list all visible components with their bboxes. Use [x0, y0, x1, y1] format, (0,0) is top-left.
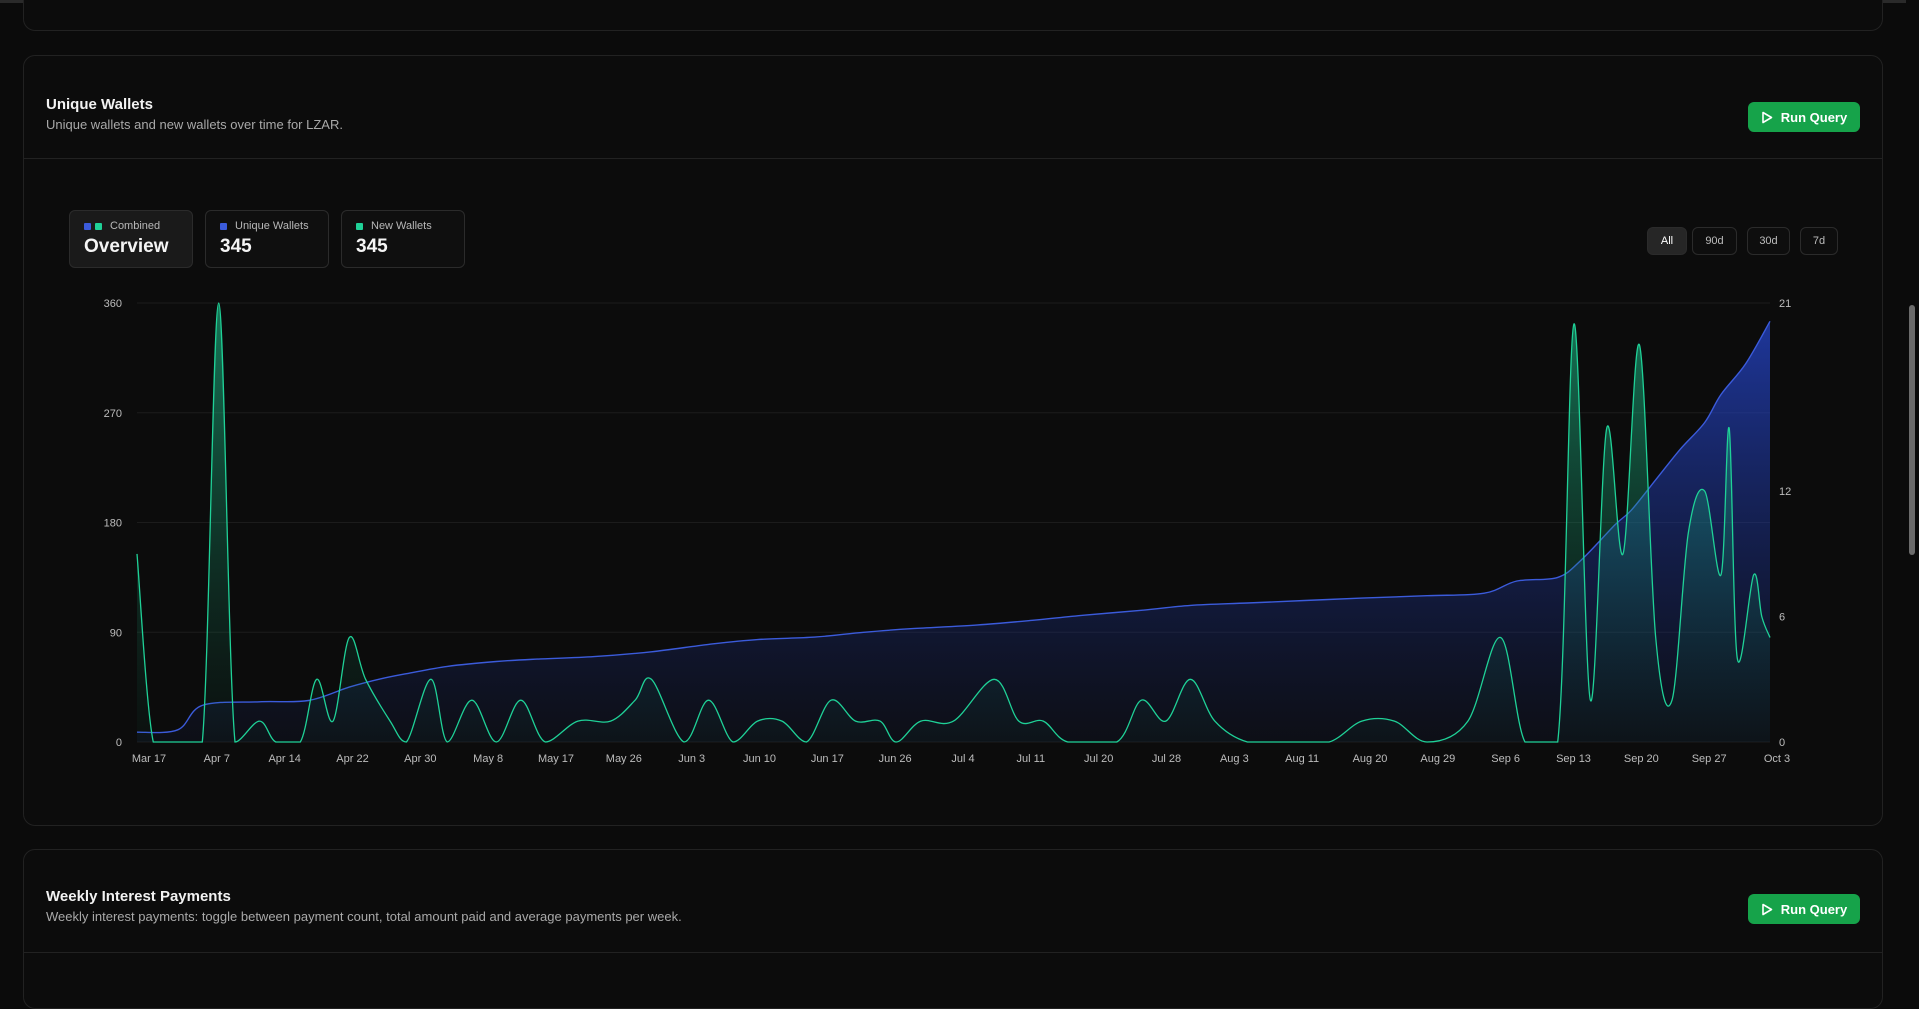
x-tick-label: Sep 27 [1692, 753, 1727, 765]
wallets-chart: 0 90 180 270 360 0 6 12 21 Mar 17 Apr 7 Apr 14 Apr 2… [104, 298, 1792, 765]
x-tick-label: Sep 13 [1556, 753, 1591, 765]
y-left-tick-label: 180 [104, 518, 122, 530]
y-right-tick-label: 21 [1779, 298, 1791, 310]
weekly-interest-title: Weekly Interest Payments [46, 888, 231, 905]
x-tick-label: Jul 20 [1084, 753, 1113, 765]
x-tick-label: Apr 30 [404, 753, 436, 765]
x-tick-label: May 26 [606, 753, 642, 765]
x-tick-label: Mar 17 [132, 753, 166, 765]
x-tick-label: Sep 6 [1491, 753, 1520, 765]
x-tick-label: Jun 3 [678, 753, 705, 765]
x-tick-label: Apr 22 [336, 753, 368, 765]
play-icon [1761, 903, 1773, 915]
y-left-tick-label: 270 [104, 408, 122, 420]
x-tick-label: May 17 [538, 753, 574, 765]
x-tick-label: Aug 20 [1353, 753, 1388, 765]
x-tick-label: Apr 14 [268, 753, 300, 765]
page-scrollbar[interactable] [1906, 0, 1919, 970]
y-left-tick-label: 360 [104, 298, 122, 310]
y-left-tick-label: 90 [110, 627, 122, 639]
y-left-tick-label: 0 [116, 737, 122, 749]
x-tick-label: Jun 26 [879, 753, 912, 765]
y-right-tick-label: 6 [1779, 612, 1785, 624]
unique-wallets-card: Unique Wallets Unique wallets and new wa… [23, 55, 1883, 826]
x-tick-label: Aug 29 [1420, 753, 1455, 765]
y-right-tick-label: 12 [1779, 486, 1791, 498]
x-tick-label: Oct 3 [1764, 753, 1790, 765]
x-tick-label: Apr 7 [204, 753, 230, 765]
run-query-button[interactable]: Run Query [1748, 894, 1860, 924]
x-tick-label: Sep 20 [1624, 753, 1659, 765]
x-tick-label: Jun 10 [743, 753, 776, 765]
x-tick-label: Aug 11 [1285, 753, 1319, 765]
weekly-interest-card: Weekly Interest Payments Weekly interest… [23, 849, 1883, 1009]
x-tick-label: Aug 3 [1220, 753, 1249, 765]
x-tick-label: Jul 28 [1152, 753, 1181, 765]
x-tick-label: Jul 11 [1017, 753, 1046, 765]
scrollbar-thumb[interactable] [1909, 305, 1915, 555]
y-right-tick-label: 0 [1779, 737, 1785, 749]
x-tick-label: May 8 [473, 753, 503, 765]
card-header-divider [24, 952, 1882, 953]
x-tick-label: Jul 4 [951, 753, 974, 765]
weekly-interest-description: Weekly interest payments: toggle between… [46, 909, 682, 924]
run-query-label: Run Query [1780, 901, 1848, 917]
previous-card [23, 0, 1883, 31]
x-tick-label: Jun 17 [811, 753, 844, 765]
